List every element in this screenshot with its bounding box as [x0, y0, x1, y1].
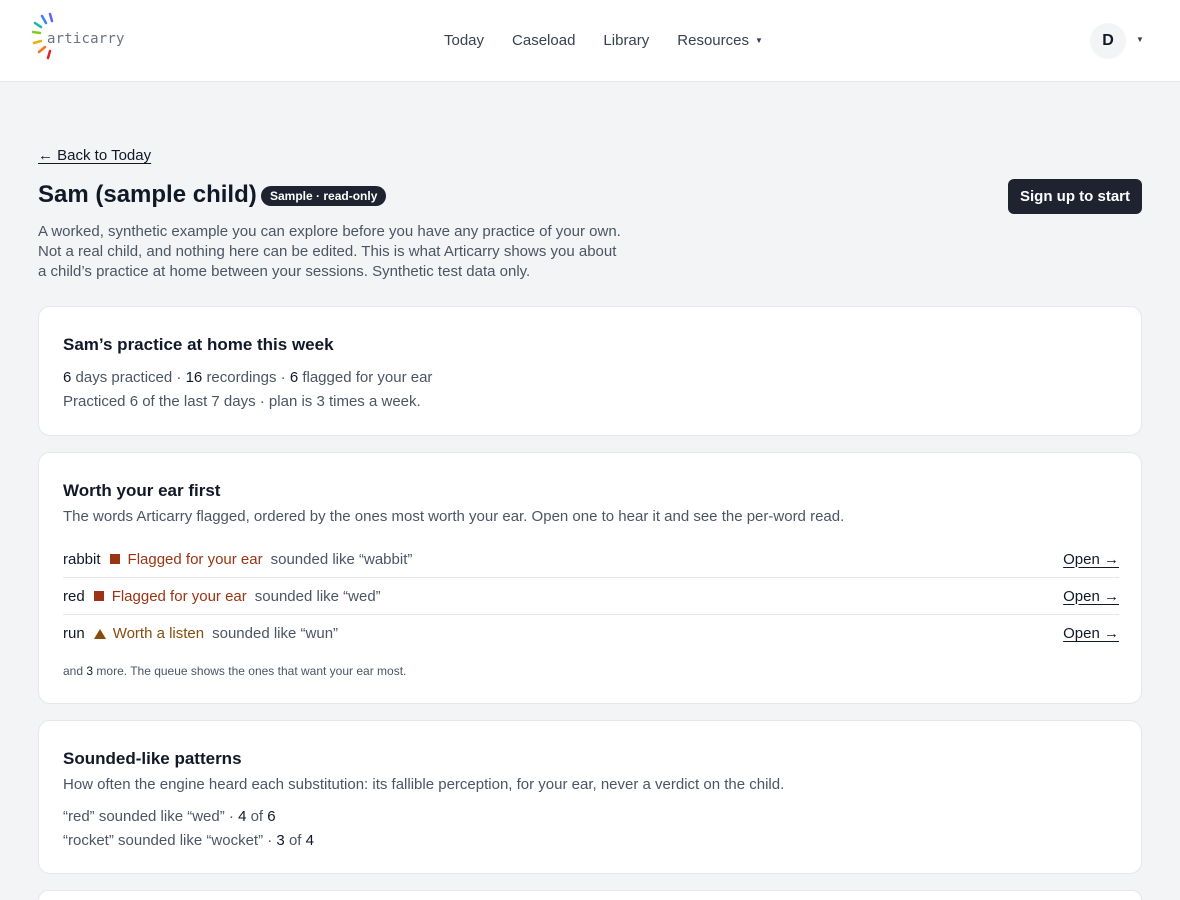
days-label: days practiced — [75, 369, 173, 386]
pattern-count: 3 — [276, 832, 285, 849]
warning-triangle-icon — [93, 628, 106, 639]
open-link[interactable]: Open → — [1063, 625, 1119, 642]
list-item[interactable]: rabbit Flagged for your ear sounded like… — [63, 541, 1119, 578]
item-word: run — [63, 625, 85, 642]
more-count: 3 — [86, 664, 94, 678]
nav-resources-label: Resources — [677, 32, 749, 49]
flag-square-icon — [109, 554, 120, 564]
main-nav: Today Caseload Library Resources ▼ — [444, 32, 791, 49]
user-avatar[interactable]: D — [1090, 23, 1126, 59]
nav-today[interactable]: Today — [444, 32, 484, 49]
pattern-count: 4 — [238, 808, 247, 825]
open-link[interactable]: Open → — [1063, 588, 1119, 605]
worth-description: The words Articarry flagged, ordered by … — [63, 508, 845, 525]
patterns-description: How often the engine heard each substitu… — [63, 776, 785, 793]
list-item[interactable]: run Worth a listen sounded like “wun” Op… — [63, 615, 1119, 652]
days-count: 6 — [63, 369, 72, 386]
practice-card: Sam’s practice at home this week 6 days … — [38, 306, 1142, 436]
recordings-count: 16 — [185, 369, 203, 386]
caret-down-icon: ▼ — [754, 36, 763, 45]
item-status: Flagged for your ear — [111, 587, 247, 605]
more-prefix: and — [63, 664, 84, 678]
pattern-text: “red” sounded like “wed” · — [63, 808, 234, 825]
item-sounded-like: sounded like “wed” — [254, 587, 381, 605]
pattern-total: 4 — [305, 832, 314, 849]
patterns-title: Sounded-like patterns — [63, 749, 242, 768]
back-to-today-link[interactable]: ← Back to Today — [38, 147, 151, 164]
intro-text: A worked, synthetic example you can expl… — [38, 223, 621, 280]
worth-your-ear-card: Worth your ear first The words Articarry… — [38, 452, 1142, 704]
pattern-of: of — [250, 808, 264, 825]
articarry-logo[interactable]: articarry — [32, 12, 132, 70]
open-link[interactable]: Open → — [1063, 551, 1119, 568]
pattern-text: “rocket” sounded like “wocket” · — [63, 832, 273, 849]
recordings-label: recordings — [206, 369, 277, 386]
list-item[interactable]: red Flagged for your ear sounded like “w… — [63, 578, 1119, 615]
practice-summary: Practiced 6 of the last 7 days · plan is… — [63, 393, 421, 410]
flag-square-icon — [93, 591, 104, 601]
item-sounded-like: sounded like “wabbit” — [270, 550, 413, 568]
item-status: Flagged for your ear — [127, 550, 263, 568]
practice-title: Sam’s practice at home this week — [63, 335, 334, 354]
more-note: and 3 more. The queue shows the ones tha… — [63, 664, 406, 678]
pattern-item: “red” sounded like “wed” · 4 of 6 — [63, 808, 276, 825]
nav-library[interactable]: Library — [603, 32, 649, 49]
item-status: Worth a listen — [112, 625, 205, 642]
next-card — [38, 890, 1142, 900]
item-sounded-like: sounded like “wun” — [212, 625, 339, 642]
nav-caseload[interactable]: Caseload — [512, 32, 575, 49]
worth-title: Worth your ear first — [63, 481, 221, 500]
more-suffix: more. The queue shows the ones that want… — [96, 664, 407, 678]
nav-resources[interactable]: Resources ▼ — [677, 32, 763, 49]
pattern-of: of — [288, 832, 302, 849]
pattern-item: “rocket” sounded like “wocket” · 3 of 4 — [63, 832, 314, 849]
sample-badge: Sample · read-only — [261, 186, 387, 206]
item-word: rabbit — [63, 550, 101, 568]
flagged-count: 6 — [289, 369, 299, 386]
page-title: Sam (sample child) — [38, 181, 257, 208]
patterns-card: Sounded-like patterns How often the engi… — [38, 720, 1142, 874]
pattern-total: 6 — [267, 808, 276, 825]
logo-wordmark: articarry — [47, 31, 125, 47]
flagged-label: flagged for your ear — [302, 369, 433, 386]
top-bar: articarry Today Caseload Library Resourc… — [0, 0, 1180, 82]
sign-up-button[interactable]: Sign up to start — [1008, 179, 1142, 214]
practice-stats: 6 days practiced · 16 recordings · 6 fla… — [63, 369, 433, 386]
item-word: red — [63, 587, 85, 605]
account-menu-caret-icon[interactable]: ▼ — [1136, 35, 1144, 44]
